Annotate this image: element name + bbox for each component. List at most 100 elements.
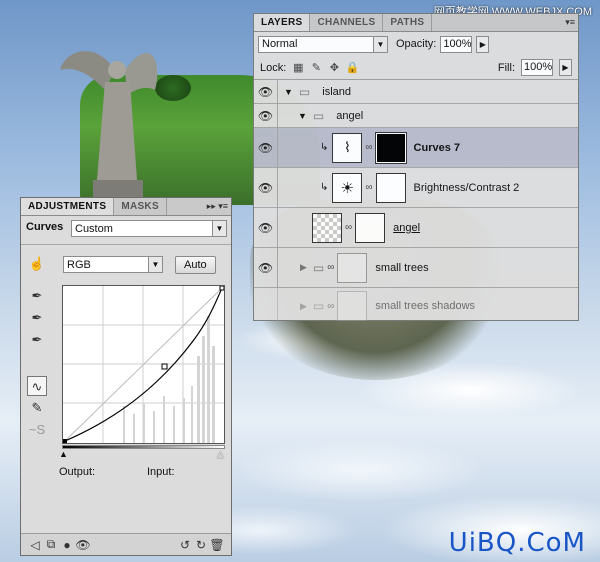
back-arrow-icon[interactable]: ◁: [27, 538, 43, 552]
adjustments-panel: ADJUSTMENTS MASKS ▸▸ ▾≡ Curves Custom ▼ …: [20, 197, 232, 556]
brightness-icon: ☀: [332, 172, 363, 203]
adjustments-footer: ◁ ⧉ ● 👁 ↺ ↻ 🗑: [21, 533, 231, 555]
expand-triangle-icon[interactable]: ▼: [284, 87, 293, 97]
white-eyedropper-icon[interactable]: ✒: [27, 330, 47, 350]
layer-row-island[interactable]: 👁 ▼ ▭ island: [254, 80, 578, 104]
expand-triangle-icon[interactable]: ▶: [300, 301, 307, 312]
curves-graph[interactable]: [62, 285, 225, 444]
eye-icon[interactable]: 👁: [254, 168, 278, 207]
layer-row-curves[interactable]: 👁 ↳ ⌇ ∞ Curves 7: [254, 128, 578, 168]
layer-name: small trees shadows: [375, 300, 476, 312]
smooth-icon[interactable]: ~S: [27, 420, 47, 440]
black-point-slider-icon[interactable]: ▲: [59, 449, 68, 459]
input-label: Input:: [147, 466, 175, 478]
lock-transparent-icon[interactable]: ▦: [292, 62, 304, 74]
opacity-field[interactable]: 100%: [440, 35, 473, 53]
expand-triangle-icon[interactable]: ▼: [298, 111, 307, 121]
eye-icon[interactable]: 👁: [254, 128, 278, 167]
fill-slider-button[interactable]: ▶: [559, 59, 572, 76]
channel-value: RGB: [67, 258, 91, 271]
curves-graph-svg[interactable]: [63, 285, 225, 443]
view-previous-icon[interactable]: ↺: [177, 538, 193, 552]
clip-arrow-icon: ↳: [320, 142, 329, 153]
folder-icon: ▭: [312, 299, 325, 313]
chain-link-icon[interactable]: ∞: [345, 222, 352, 233]
lock-move-icon[interactable]: ✥: [328, 62, 340, 74]
layer-name: small trees: [375, 261, 429, 274]
white-point-slider-icon[interactable]: △: [217, 449, 224, 460]
layer-row-angel-group[interactable]: 👁 ▼ ▭ angel: [254, 104, 578, 128]
fill-field[interactable]: 100%: [521, 59, 553, 76]
trash-icon[interactable]: 🗑: [209, 538, 225, 552]
layer-mask-thumbnail[interactable]: [355, 212, 386, 243]
layers-panel: LAYERS CHANNELS PATHS ▾≡ Normal ▼ Opacit…: [253, 13, 579, 324]
chevron-down-icon: ▼: [373, 36, 387, 52]
gray-eyedropper-icon[interactable]: ✒: [27, 308, 47, 328]
layer-mask-thumbnail[interactable]: [375, 172, 406, 203]
black-eyedropper-icon[interactable]: ✒: [27, 286, 47, 306]
panel-menu-icon[interactable]: ▸▸ ▾≡: [207, 201, 228, 212]
auto-button[interactable]: Auto: [175, 256, 216, 274]
chain-link-icon[interactable]: ∞: [365, 182, 372, 193]
expand-view-icon[interactable]: ⧉: [43, 537, 59, 552]
curve-point-tool-icon[interactable]: ∿: [27, 376, 47, 396]
pencil-icon[interactable]: ✎: [27, 398, 47, 418]
clip-layer-icon[interactable]: ●: [59, 538, 75, 552]
layer-row-brightness[interactable]: 👁 ↳ ☀ ∞ Brightness/Contrast 2: [254, 168, 578, 208]
chain-link-icon: ∞: [327, 300, 335, 312]
layer-name: Curves 7: [413, 141, 461, 154]
layer-thumbnail: [312, 212, 342, 243]
preset-select[interactable]: Custom ▼: [71, 220, 227, 237]
blend-mode-select[interactable]: Normal ▼: [258, 35, 388, 53]
eye-icon[interactable]: [254, 288, 278, 324]
preset-value: Custom: [75, 222, 113, 235]
layer-mask-thumbnail[interactable]: [337, 252, 368, 283]
layer-row-small-trees[interactable]: 👁 ▶ ▭ ∞ small trees: [254, 248, 578, 288]
reset-icon[interactable]: ↻: [193, 538, 209, 552]
lock-brush-icon[interactable]: ✎: [310, 62, 322, 74]
input-gradient-bar: [62, 445, 225, 449]
output-label: Output:: [59, 466, 96, 478]
adjustments-panel-tabs: ADJUSTMENTS MASKS ▸▸ ▾≡: [21, 198, 231, 216]
layer-mask-thumbnail[interactable]: [337, 291, 368, 321]
curves-icon: ⌇: [332, 132, 363, 163]
layer-row-small-trees-shadows[interactable]: ▶ ▭ ∞ small trees shadows: [254, 288, 578, 324]
channel-select[interactable]: RGB ▼: [63, 256, 163, 273]
folder-icon: ▭: [312, 108, 325, 123]
blend-mode-value: Normal: [262, 38, 298, 50]
folder-icon: ▭: [312, 260, 325, 275]
layer-name: island: [322, 85, 352, 98]
fill-label: Fill:: [497, 61, 515, 74]
tab-layers[interactable]: LAYERS: [254, 14, 311, 31]
layer-name: Brightness/Contrast 2: [413, 181, 520, 194]
chain-link-icon: ∞: [327, 262, 335, 273]
tab-channels[interactable]: CHANNELS: [310, 14, 384, 31]
eye-icon[interactable]: 👁: [254, 248, 278, 287]
layer-name: angel: [393, 221, 421, 234]
chevron-down-icon: ▼: [148, 257, 162, 272]
targeted-adjust-icon[interactable]: ☝: [27, 254, 47, 274]
visibility-eye-icon[interactable]: 👁: [75, 538, 91, 552]
layer-mask-thumbnail[interactable]: [374, 131, 407, 164]
opacity-label: Opacity:: [396, 38, 437, 50]
opacity-slider-button[interactable]: ▶: [476, 35, 490, 53]
eye-icon[interactable]: 👁: [254, 80, 278, 103]
clip-arrow-icon: ↳: [320, 182, 329, 193]
layers-panel-tabs: LAYERS CHANNELS PATHS ▾≡: [254, 14, 578, 32]
layer-name: angel: [336, 109, 364, 122]
folder-icon: ▭: [298, 84, 311, 99]
chain-link-icon[interactable]: ∞: [365, 142, 372, 153]
eye-icon[interactable]: 👁: [254, 104, 278, 127]
expand-triangle-icon[interactable]: ▶: [300, 262, 307, 273]
angel-statue: [60, 51, 158, 198]
chevron-down-icon: ▼: [212, 221, 226, 236]
tab-masks[interactable]: MASKS: [114, 198, 167, 215]
tab-adjustments[interactable]: ADJUSTMENTS: [21, 198, 115, 215]
panel-menu-icon[interactable]: ▾≡: [565, 17, 575, 28]
watermark-bottom: UiBQ.CoM: [448, 528, 586, 558]
tab-paths[interactable]: PATHS: [383, 14, 433, 31]
lock-all-icon[interactable]: 🔒: [345, 62, 359, 74]
lock-label: Lock:: [260, 61, 287, 74]
eye-icon[interactable]: 👁: [254, 208, 278, 247]
layer-row-angel[interactable]: 👁 ∞ angel: [254, 208, 578, 248]
